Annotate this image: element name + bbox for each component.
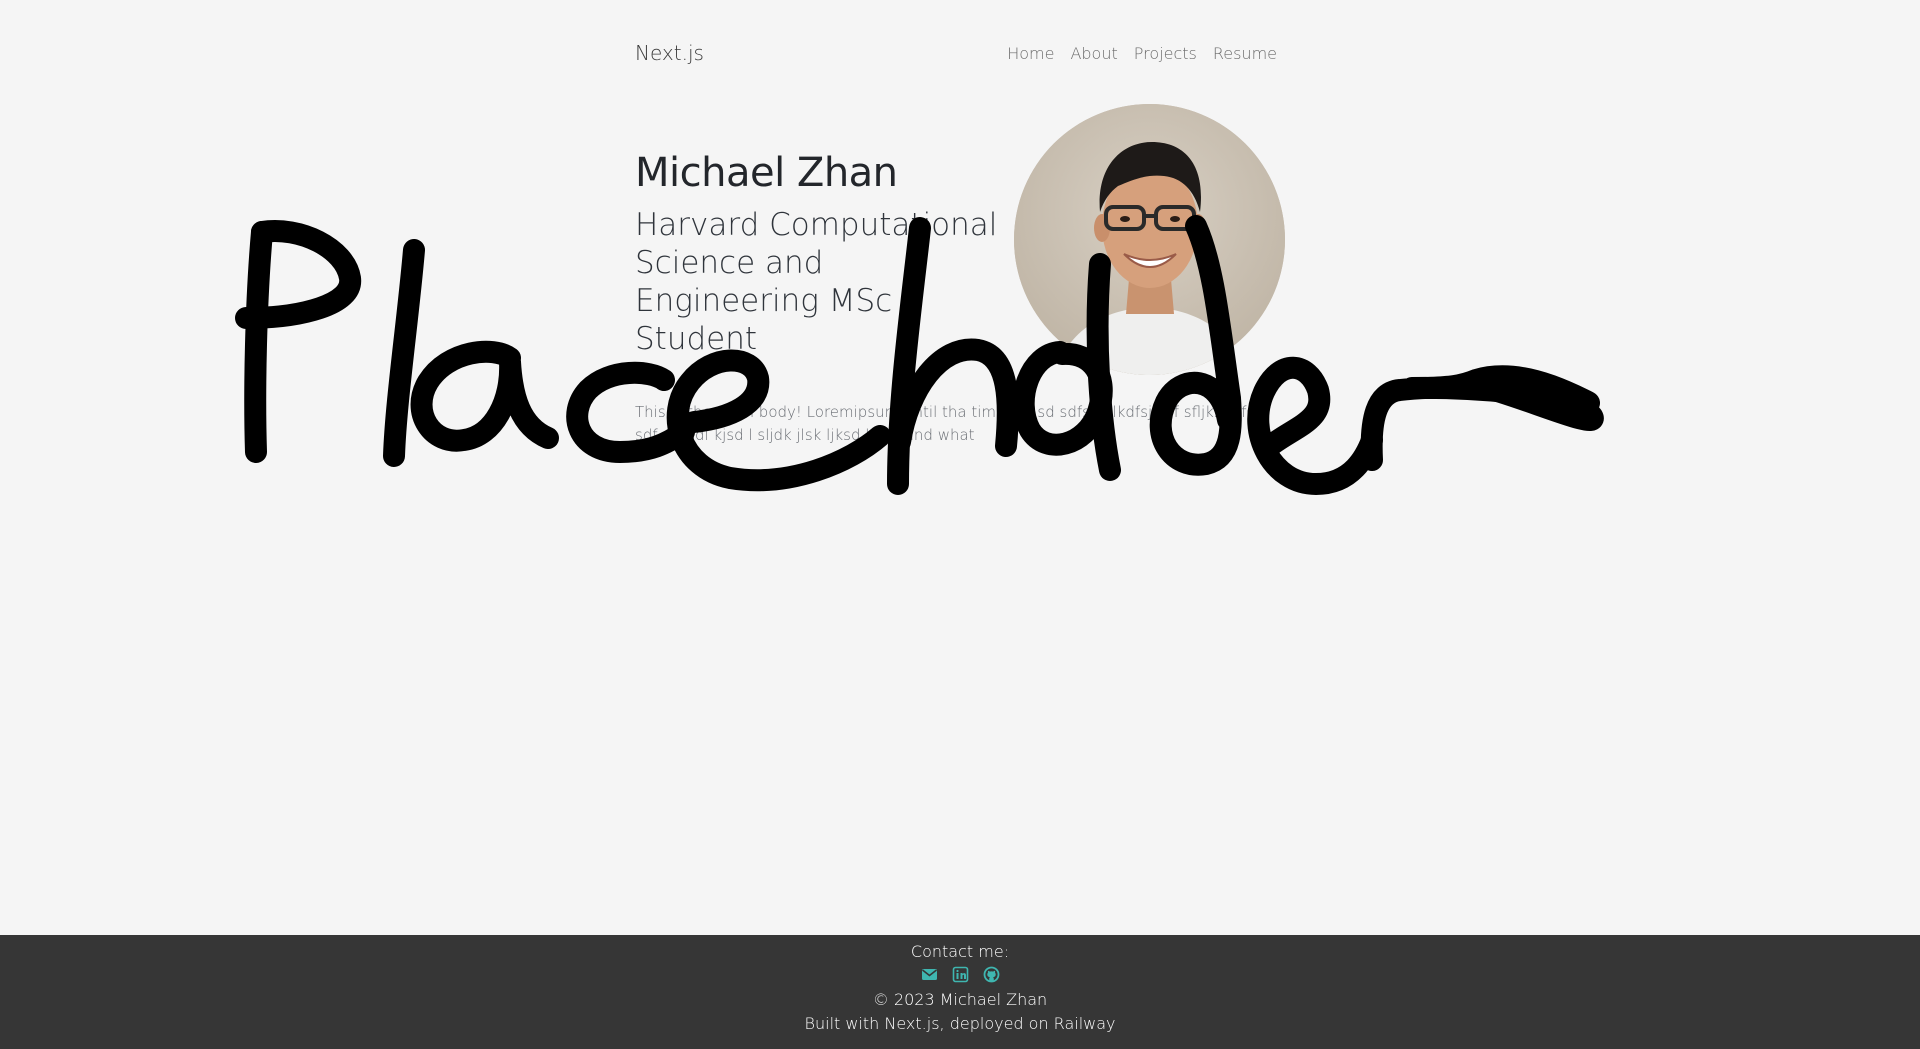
- linkedin-icon[interactable]: [952, 966, 969, 983]
- brand-link[interactable]: Next.js: [635, 41, 704, 65]
- nav-link-home[interactable]: Home: [1007, 44, 1054, 63]
- footer: Contact me: © 2023 Michael Zhan Built wi…: [0, 935, 1920, 1049]
- page: Next.js Home About Projects Resume Micha…: [0, 0, 1920, 1049]
- nav-links: Home About Projects Resume: [1007, 44, 1277, 63]
- nav-link-projects[interactable]: Projects: [1134, 44, 1197, 63]
- page-title: Michael Zhan: [635, 150, 898, 196]
- subtitle: Harvard Computational Science and Engine…: [635, 207, 998, 357]
- placeholder-scribble: [235, 215, 1604, 495]
- built-with-text: Built with Next.js, deployed on Railway: [804, 1014, 1116, 1033]
- envelope-icon[interactable]: [921, 966, 938, 983]
- contact-label: Contact me:: [910, 942, 1010, 961]
- contact-icons: [0, 966, 1920, 983]
- top-nav: Next.js Home About Projects Resume: [635, 38, 1277, 68]
- copyright-text: © 2023 Michael Zhan: [872, 990, 1048, 1009]
- nav-link-resume[interactable]: Resume: [1213, 44, 1277, 63]
- avatar: [1014, 104, 1285, 375]
- github-icon[interactable]: [983, 966, 1000, 983]
- nav-link-about[interactable]: About: [1070, 44, 1117, 63]
- main-body-text: This is the main body! Loremipsum until …: [635, 403, 1270, 444]
